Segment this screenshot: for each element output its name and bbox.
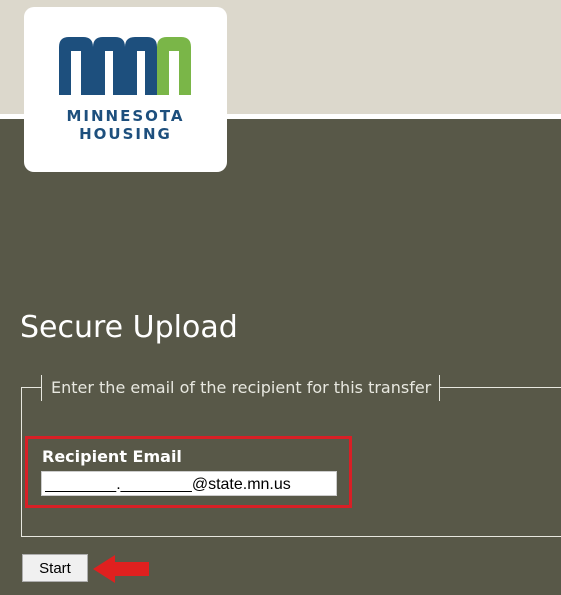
red-arrow-icon <box>93 555 149 583</box>
recipient-email-label: Recipient Email <box>42 447 182 466</box>
start-button[interactable]: Start <box>22 554 88 582</box>
mn-logo-mark-icon <box>59 37 191 95</box>
recipient-email-input[interactable] <box>41 471 337 496</box>
logo-line-1: MINNESOTA <box>66 107 185 125</box>
logo-line-2: HOUSING <box>79 125 172 143</box>
minnesota-housing-logo[interactable]: MINNESOTA HOUSING <box>24 7 227 172</box>
fieldset-legend: Enter the email of the recipient for thi… <box>41 375 441 401</box>
page-title: Secure Upload <box>20 310 238 345</box>
logo-wordmark: MINNESOTA HOUSING <box>24 107 227 143</box>
